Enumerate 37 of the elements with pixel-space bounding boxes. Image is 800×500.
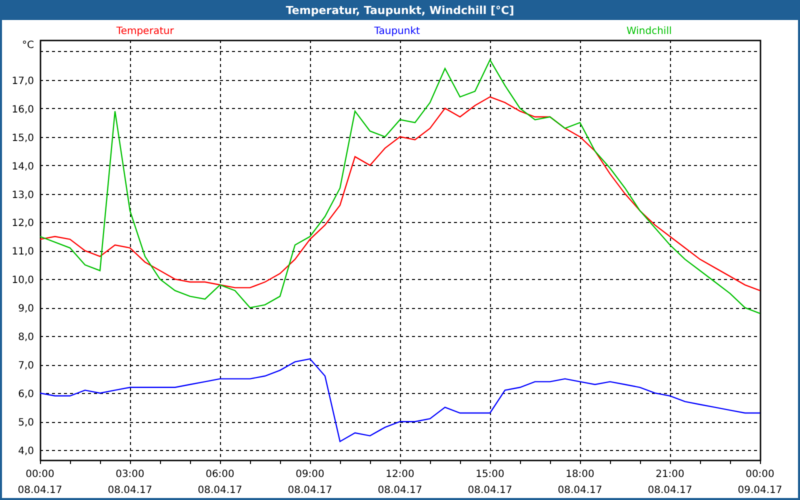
y-axis-label: 5,0 [18,418,34,429]
y-axis-label: 10,0 [12,275,34,286]
y-axis-label: 13,0 [12,190,34,201]
x-axis-time-label: 12:00 [386,469,414,480]
x-axis-time-label: 15:00 [476,469,504,480]
y-axis-label: 12,0 [12,218,34,230]
x-axis-time-label: 18:00 [566,469,594,480]
y-axis-label: 4,0 [18,446,34,458]
x-axis-time-label: 09:00 [296,469,324,480]
y-axis-label: 8,0 [18,332,34,344]
x-axis-time-label: 00:00 [26,469,54,480]
x-axis-time-label: 03:00 [116,469,144,480]
x-axis-date-label: 08.04.17 [648,485,692,496]
x-axis-time-label: 21:00 [656,469,684,480]
y-axis-label: 11,0 [12,246,34,258]
y-axis-label: 6,0 [18,389,34,400]
x-axis-date-label: 08.04.17 [468,485,512,496]
x-axis-date-label: 08.04.17 [558,485,602,496]
x-axis-time-label: 06:00 [206,469,234,480]
x-axis-date-label: 08.04.17 [18,485,62,496]
y-axis-label: 15,0 [12,132,34,144]
y-axis-label: 16,0 [12,104,34,116]
y-axis-label: 17,0 [12,76,34,87]
x-axis-date-label: 08.04.17 [198,485,242,496]
window-title: Temperatur, Taupunkt, Windchill [°C] [286,4,514,16]
x-axis-date-label: 08.04.17 [378,485,422,496]
y-axis-label: 14,0 [12,161,34,172]
y-axis-label: 7,0 [18,360,34,372]
y-axis-label: 9,0 [18,304,34,315]
legend-label: Temperatur [116,26,174,37]
x-axis-date-label: 08.04.17 [108,485,152,496]
y-axis-unit: °C [22,40,34,51]
x-axis-date-label: 09.04.17 [738,485,782,496]
legend-label: Taupunkt [374,26,420,37]
legend-label: Windchill [626,26,672,37]
x-axis-time-label: 00:00 [746,469,774,480]
x-axis-date-label: 08.04.17 [288,485,332,496]
